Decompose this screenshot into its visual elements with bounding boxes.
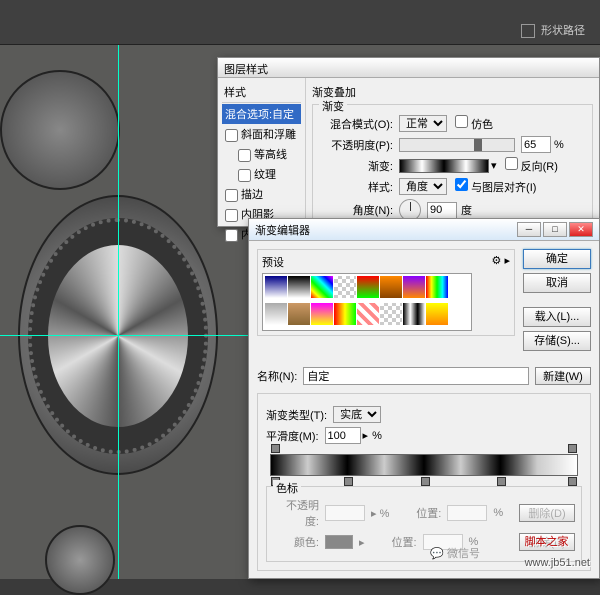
shape-circle-top [0, 70, 120, 190]
close-button[interactable]: ✕ [569, 222, 593, 237]
percent-label: % [372, 430, 382, 442]
opacity-stop[interactable] [568, 444, 577, 453]
angle-label: 角度(N): [319, 202, 393, 218]
swatch[interactable] [288, 303, 310, 325]
swatch[interactable] [334, 303, 356, 325]
shape-circle-bottom [45, 525, 115, 595]
swatch[interactable] [403, 303, 425, 325]
guide-vertical [118, 0, 119, 579]
stop-position-label: 位置: [395, 505, 441, 521]
swatch[interactable] [357, 276, 379, 298]
gradient-type-label: 渐变类型(T): [266, 407, 327, 423]
smoothness-input[interactable] [325, 427, 361, 444]
style-list-header: 样式 [222, 82, 301, 103]
swatch[interactable] [334, 276, 356, 298]
tool-mode[interactable]: 形状路径 [521, 22, 585, 38]
gradient-overlay-title: 渐变叠加 [312, 84, 593, 100]
presets-menu-icon[interactable]: ⚙ ▸ [492, 254, 510, 270]
stroke-checkbox[interactable]: 描边 [222, 184, 301, 204]
opacity-label: 不透明度(P): [319, 137, 393, 153]
gradient-label: 渐变: [319, 158, 393, 174]
swatch[interactable] [311, 276, 333, 298]
swatch[interactable] [357, 303, 379, 325]
stop-position-input [447, 505, 487, 521]
angle-input[interactable] [427, 202, 457, 219]
degree-label: 度 [461, 202, 472, 218]
minimize-button[interactable]: ─ [517, 222, 541, 237]
gradient-editor-title: 渐变编辑器 [255, 222, 310, 238]
presets-panel: 预设 ⚙ ▸ [257, 249, 515, 336]
reverse-checkbox[interactable]: 反向(R) [505, 157, 558, 174]
gradient-fieldset-label: 渐变 [319, 98, 347, 114]
options-bar: 形状路径 [0, 0, 600, 45]
percent-label: % [554, 139, 564, 151]
gradient-bar[interactable] [270, 454, 578, 476]
name-input[interactable] [303, 367, 529, 385]
smoothness-label: 平滑度(M): [266, 428, 319, 444]
ok-button[interactable]: 确定 [523, 249, 591, 269]
watermark-wechat: 💬 微信号 [430, 545, 480, 561]
gradient-preview[interactable] [399, 159, 489, 173]
swatch[interactable] [426, 303, 448, 325]
layer-style-title[interactable]: 图层样式 [218, 58, 599, 78]
color-stop[interactable] [497, 477, 506, 486]
swatch[interactable] [426, 276, 448, 298]
opacity-stop[interactable] [271, 444, 280, 453]
swatch[interactable] [288, 276, 310, 298]
blend-mode-select[interactable]: 正常 [399, 115, 447, 132]
stops-title: 色标 [273, 480, 301, 496]
opacity-slider[interactable] [399, 138, 515, 152]
stop-color-label: 颜色: [273, 534, 319, 550]
gradient-editor-dialog: 渐变编辑器 ─ □ ✕ 预设 ⚙ ▸ [248, 218, 600, 579]
save-button[interactable]: 存储(S)... [523, 331, 591, 351]
stop-color-swatch [325, 535, 353, 549]
style-label: 样式: [319, 179, 393, 195]
dither-checkbox[interactable]: 仿色 [455, 115, 493, 132]
gradient-editor-titlebar[interactable]: 渐变编辑器 ─ □ ✕ [249, 219, 599, 241]
maximize-button[interactable]: □ [543, 222, 567, 237]
gradient-type-section: 渐变类型(T): 实底 平滑度(M): ▸ % 色标 不透明度: [257, 393, 591, 571]
color-stop[interactable] [568, 477, 577, 486]
stop-opacity-label: 不透明度: [273, 497, 319, 529]
style-select[interactable]: 角度 [399, 178, 447, 195]
swatch[interactable] [265, 276, 287, 298]
preset-swatches[interactable] [262, 273, 472, 331]
blend-options-item[interactable]: 混合选项:自定 [222, 104, 301, 124]
color-stop[interactable] [421, 477, 430, 486]
tool-mode-label: 形状路径 [541, 25, 585, 37]
delete-color-stop-button: 删除(D) [519, 533, 575, 551]
swatch[interactable] [380, 276, 402, 298]
path-icon [521, 24, 535, 38]
align-checkbox[interactable]: 与图层对齐(I) [455, 178, 536, 195]
opacity-input[interactable] [521, 136, 551, 153]
swatch[interactable] [265, 303, 287, 325]
color-stop[interactable] [344, 477, 353, 486]
bevel-checkbox[interactable]: 斜面和浮雕 [222, 124, 301, 144]
stop-opacity-input [325, 505, 365, 521]
stop-position-label: 位置: [371, 534, 417, 550]
name-label: 名称(N): [257, 368, 297, 384]
layer-style-dialog: 图层样式 样式 混合选项:自定 斜面和浮雕 等高线 纹理 描边 内阴影 内发光 … [217, 57, 600, 227]
cancel-button[interactable]: 取消 [523, 273, 591, 293]
contour-checkbox[interactable]: 等高线 [222, 144, 301, 164]
gradient-fieldset: 渐变 混合模式(O): 正常 仿色 不透明度(P): % 渐变: ▾ 反向(R) [312, 104, 593, 232]
style-list: 样式 混合选项:自定 斜面和浮雕 等高线 纹理 描边 内阴影 内发光 [218, 78, 306, 228]
stops-panel: 色标 不透明度: ▸ % 位置: % 删除(D) 颜色: ▸ 位置: % 删除(… [266, 486, 582, 562]
new-button[interactable]: 新建(W) [535, 367, 591, 385]
gradient-type-select[interactable]: 实底 [333, 406, 381, 423]
presets-label: 预设 [262, 254, 284, 270]
swatch[interactable] [380, 303, 402, 325]
load-button[interactable]: 载入(L)... [523, 307, 591, 327]
delete-opacity-stop-button: 删除(D) [519, 504, 575, 522]
texture-checkbox[interactable]: 纹理 [222, 164, 301, 184]
blend-mode-label: 混合模式(O): [319, 116, 393, 132]
swatch[interactable] [403, 276, 425, 298]
swatch[interactable] [311, 303, 333, 325]
